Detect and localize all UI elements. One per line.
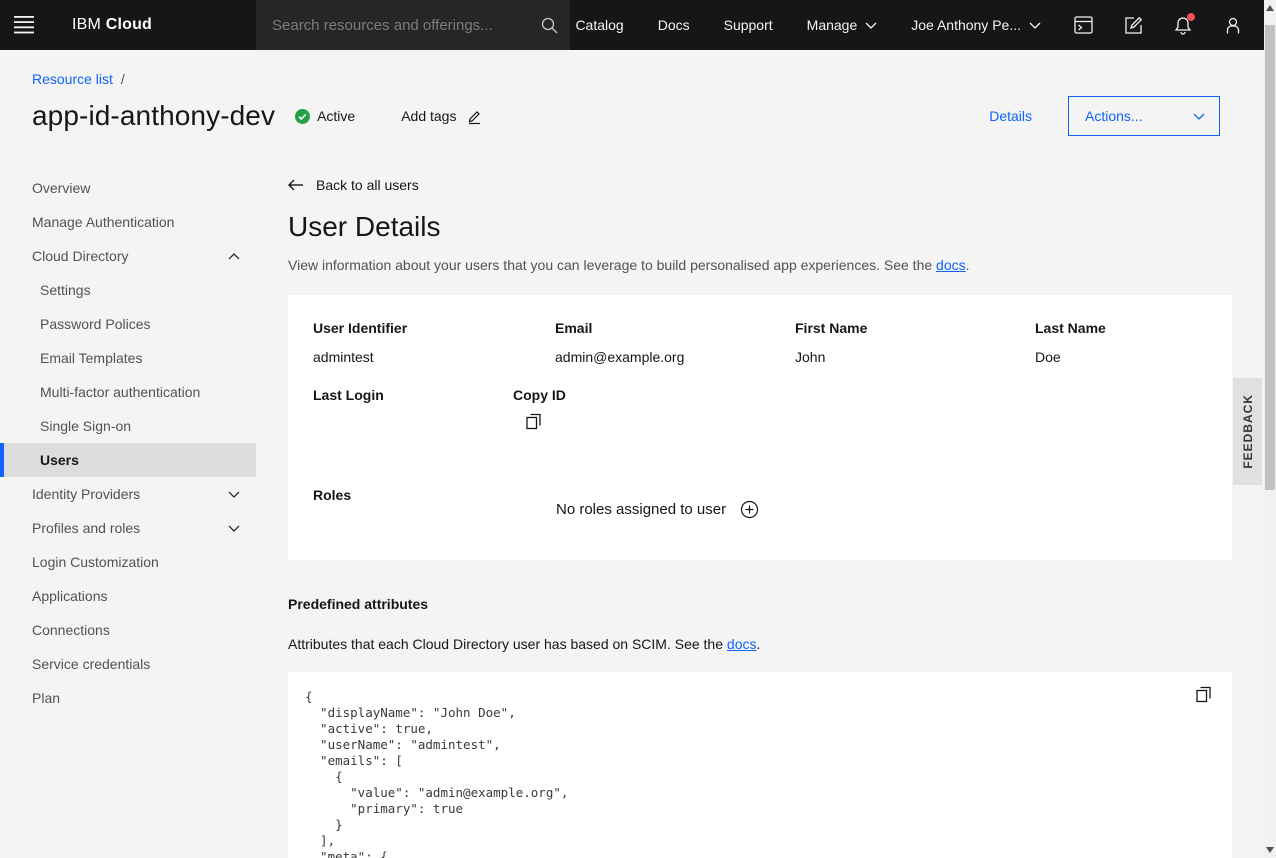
user-details-title: User Details — [288, 211, 1220, 243]
header-search — [256, 0, 570, 50]
add-circle-icon — [740, 500, 759, 519]
predefined-attributes-title: Predefined attributes — [288, 596, 1220, 612]
sidebar-item-identity-providers[interactable]: Identity Providers — [0, 477, 256, 511]
sidebar-item-plan[interactable]: Plan — [0, 681, 256, 715]
main-content: Back to all users User Details View info… — [256, 155, 1264, 858]
back-to-all-users-link[interactable]: Back to all users — [288, 175, 1220, 195]
ibm-cloud-logo[interactable]: IBM Cloud — [72, 16, 152, 34]
feedback-tab[interactable]: FEEDBACK — [1233, 378, 1262, 485]
chevron-down-icon — [1029, 22, 1041, 29]
edit-icon[interactable] — [1108, 0, 1158, 50]
nav-support[interactable]: Support — [707, 0, 790, 50]
sidebar-item-settings[interactable]: Settings — [0, 273, 256, 307]
copy-icon — [1195, 685, 1212, 703]
sidebar-item-multi-factor-authentication[interactable]: Multi-factor authentication — [0, 375, 256, 409]
code-line: } — [305, 817, 1232, 833]
profile-name: Joe Anthony Pe... — [911, 17, 1021, 33]
sidebar-item-overview[interactable]: Overview — [0, 171, 256, 205]
sidebar-item-applications[interactable]: Applications — [0, 579, 256, 613]
roles-label: Roles — [313, 487, 351, 503]
sidebar-item-cloud-directory[interactable]: Cloud Directory — [0, 239, 256, 273]
scrollbar-up-arrow[interactable] — [1266, 5, 1274, 11]
code-line: "value": "admin@example.org", — [305, 785, 1232, 801]
copy-id-button[interactable] — [525, 412, 542, 430]
sidebar-item-login-customization[interactable]: Login Customization — [0, 545, 256, 579]
breadcrumb-resource-list[interactable]: Resource list — [32, 71, 113, 87]
sidebar-item-manage-authentication[interactable]: Manage Authentication — [0, 205, 256, 239]
chevron-up-icon — [228, 253, 240, 260]
breadcrumb: Resource list / — [32, 68, 1220, 90]
predefined-attributes-description: Attributes that each Cloud Directory use… — [288, 636, 1220, 652]
sidebar-item-profiles-and-roles[interactable]: Profiles and roles — [0, 511, 256, 545]
nav-docs[interactable]: Docs — [641, 0, 707, 50]
sidebar-item-email-templates[interactable]: Email Templates — [0, 341, 256, 375]
scim-attributes-code-block: { "displayName": "John Doe", "active": t… — [288, 672, 1232, 858]
field-last-name: Last Name Doe — [1035, 320, 1232, 365]
chevron-down-icon — [228, 525, 240, 532]
field-email: Email admin@example.org — [555, 320, 795, 365]
page-header: Resource list / app-id-anthony-dev Activ… — [0, 50, 1264, 155]
code-line: "emails": [ — [305, 753, 1232, 769]
profile-menu[interactable]: Joe Anthony Pe... — [894, 0, 1058, 50]
field-user-identifier: User Identifier admintest — [313, 320, 555, 365]
docs-link[interactable]: docs — [727, 636, 757, 652]
code-line: { — [305, 769, 1232, 785]
chevron-down-icon — [228, 491, 240, 498]
code-line: ], — [305, 833, 1232, 849]
add-role-button[interactable] — [740, 500, 759, 519]
scrollbar-down-arrow[interactable] — [1266, 847, 1274, 853]
status-badge: Active — [295, 108, 355, 124]
code-line: "meta": { — [305, 849, 1232, 858]
user-details-description: View information about your users that y… — [288, 257, 1220, 273]
web-terminal-icon[interactable] — [1058, 0, 1108, 50]
sidebar-item-connections[interactable]: Connections — [0, 613, 256, 647]
code-line: "userName": "admintest", — [305, 737, 1232, 753]
sidebar-item-service-credentials[interactable]: Service credentials — [0, 647, 256, 681]
hamburger-menu-icon[interactable] — [0, 0, 48, 50]
user-info-card: User Identifier admintest Email admin@ex… — [288, 295, 1232, 560]
search-icon[interactable] — [541, 17, 558, 34]
copy-code-button[interactable] — [1195, 685, 1212, 703]
user-avatar-icon[interactable] — [1208, 0, 1258, 50]
chevron-down-icon — [865, 22, 877, 29]
scrollbar-thumb[interactable] — [1265, 25, 1275, 490]
sidebar-item-password-polices[interactable]: Password Polices — [0, 307, 256, 341]
code-line: { — [305, 689, 1232, 705]
vertical-scrollbar[interactable] — [1264, 0, 1276, 858]
breadcrumb-separator: / — [121, 71, 125, 87]
docs-link[interactable]: docs — [936, 257, 966, 273]
sidebar-item-single-sign-on[interactable]: Single Sign-on — [0, 409, 256, 443]
edit-pencil-icon — [466, 108, 483, 125]
top-header: IBM Cloud Catalog Docs Support Manage Jo… — [0, 0, 1264, 50]
search-input[interactable] — [272, 17, 541, 34]
sidebar-item-users[interactable]: Users — [0, 443, 256, 477]
notifications-bell-icon[interactable] — [1158, 0, 1208, 50]
notification-dot — [1187, 13, 1195, 21]
code-line: "primary": true — [305, 801, 1232, 817]
code-line: "displayName": "John Doe", — [305, 705, 1232, 721]
details-link[interactable]: Details — [989, 108, 1032, 124]
code-line: "active": true, — [305, 721, 1232, 737]
nav-catalog[interactable]: Catalog — [558, 0, 640, 50]
check-circle-icon — [295, 109, 310, 124]
page-title: app-id-anthony-dev — [32, 100, 275, 132]
copy-id-label: Copy ID — [513, 387, 566, 403]
field-first-name: First Name John — [795, 320, 1035, 365]
chevron-down-icon — [1193, 113, 1205, 120]
copy-icon — [525, 412, 542, 430]
roles-empty-text: No roles assigned to user — [556, 501, 726, 518]
add-tags-button[interactable]: Add tags — [401, 108, 483, 125]
arrow-left-icon — [288, 179, 304, 191]
sidebar-nav: Overview Manage Authentication Cloud Dir… — [0, 155, 256, 858]
last-login-label: Last Login — [313, 387, 384, 403]
nav-manage[interactable]: Manage — [790, 0, 895, 50]
actions-dropdown[interactable]: Actions... — [1068, 96, 1220, 136]
